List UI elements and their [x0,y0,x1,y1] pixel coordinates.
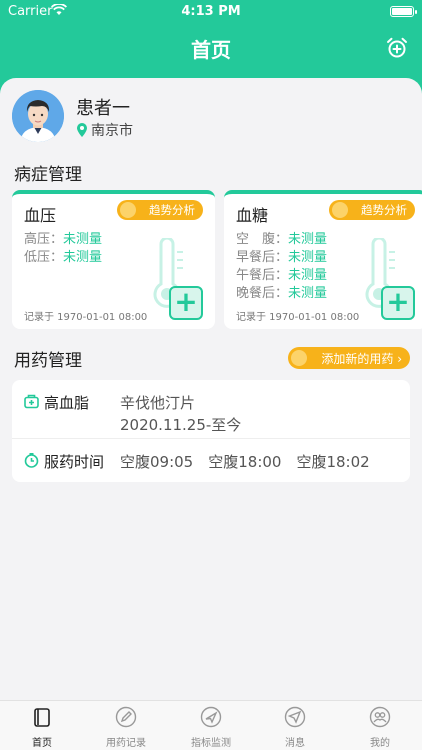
pen-icon [115,706,137,728]
tab-medication-record[interactable]: 用药记录 [84,705,168,749]
location: 南京市 [76,120,133,140]
page-title: 首页 [191,38,231,62]
add-medication-button[interactable]: 添加新的用药 › [288,347,410,369]
drug-period: 2020.11.25-至今 [120,416,242,434]
tab-label: 首页 [32,738,52,749]
clock-icon [24,453,39,468]
status-bar: Carrier 4:13 PM [0,0,422,24]
home-icon [34,708,50,727]
trend-analysis-button[interactable]: 趋势分析 [329,200,415,220]
monitor-icon [200,706,222,728]
measure-row: 空 腹：未测量 [236,228,327,247]
symptom-section-title: 病症管理 [14,165,82,185]
measure-value: 未测量 [63,250,103,265]
profile-icon [369,706,391,728]
card-title: 血糖 [236,206,269,225]
measure-label: 空 腹： [236,232,289,247]
measure-label: 晚餐后： [236,286,289,301]
drug-name: 辛伐他汀片 [120,394,196,412]
medication-section-title: 用药管理 [14,351,82,371]
measure-label: 午餐后： [236,268,289,283]
battery-icon [390,6,417,17]
record-time: 记录于 1970-01-01 08:00 [24,312,148,323]
measure-label: 高压： [24,232,64,247]
measure-label: 低压： [24,250,64,265]
measure-row: 高压：未测量 [24,228,102,247]
measure-value: 未测量 [288,232,328,247]
measure-label: 早餐后： [236,250,289,265]
tab-label: 我的 [370,738,390,749]
tab-monitoring[interactable]: 指标监测 [169,705,253,749]
measure-row: 晚餐后：未测量 [236,282,327,301]
dose-times: 空腹09:05 空腹18:00 空腹18:02 [120,453,370,471]
tab-home[interactable]: 首页 [0,705,84,749]
medication-card[interactable]: 高血脂 辛伐他汀片 2020.11.25-至今 服药时间 空腹09:05 空腹1… [12,380,410,482]
tab-bar: 首页 用药记录 指标监测 消息 我的 [0,700,422,750]
measure-value: 未测量 [63,232,103,247]
disease-label: 高血脂 [44,394,90,412]
trend-label: 趋势分析 [361,203,407,217]
blood-sugar-card[interactable]: 血糖 趋势分析 空 腹：未测量 早餐后：未测量 午餐后：未测量 晚餐后：未测量 … [224,190,422,329]
blood-pressure-card[interactable]: 血压 趋势分析 高压：未测量 低压：未测量 + 记录于 1970-01-01 0… [12,190,215,329]
measure-row: 早餐后：未测量 [236,246,327,265]
status-time: 4:13 PM [181,4,241,19]
alarm-add-icon[interactable] [386,37,408,59]
add-medication-label: 添加新的用药 › [321,351,402,366]
tab-messages[interactable]: 消息 [253,705,337,749]
measure-row: 低压：未测量 [24,246,102,265]
trend-analysis-button[interactable]: 趋势分析 [117,200,203,220]
measure-value: 未测量 [288,250,328,265]
avatar[interactable] [12,90,64,142]
city-label: 南京市 [91,123,133,139]
card-title: 血压 [24,206,57,225]
tab-label: 消息 [285,738,305,749]
time-label: 服药时间 [44,453,105,471]
record-time: 记录于 1970-01-01 08:00 [236,312,360,323]
medicine-box-icon [24,394,39,409]
message-icon [284,706,306,728]
patient-name: 患者一 [76,98,130,119]
main-content: 患者一 南京市 病症管理 血压 趋势分析 高压：未测量 低压：未测量 + 记录于… [0,78,422,700]
add-measurement-button[interactable]: + [169,286,203,320]
tab-profile[interactable]: 我的 [338,705,422,749]
location-pin-icon [77,123,87,137]
divider [12,438,410,439]
add-measurement-button[interactable]: + [381,286,415,320]
measure-row: 午餐后：未测量 [236,264,327,283]
tab-label: 用药记录 [106,738,146,749]
trend-label: 趋势分析 [149,203,195,217]
measure-value: 未测量 [288,286,328,301]
measure-value: 未测量 [288,268,328,283]
tab-label: 指标监测 [191,738,231,749]
